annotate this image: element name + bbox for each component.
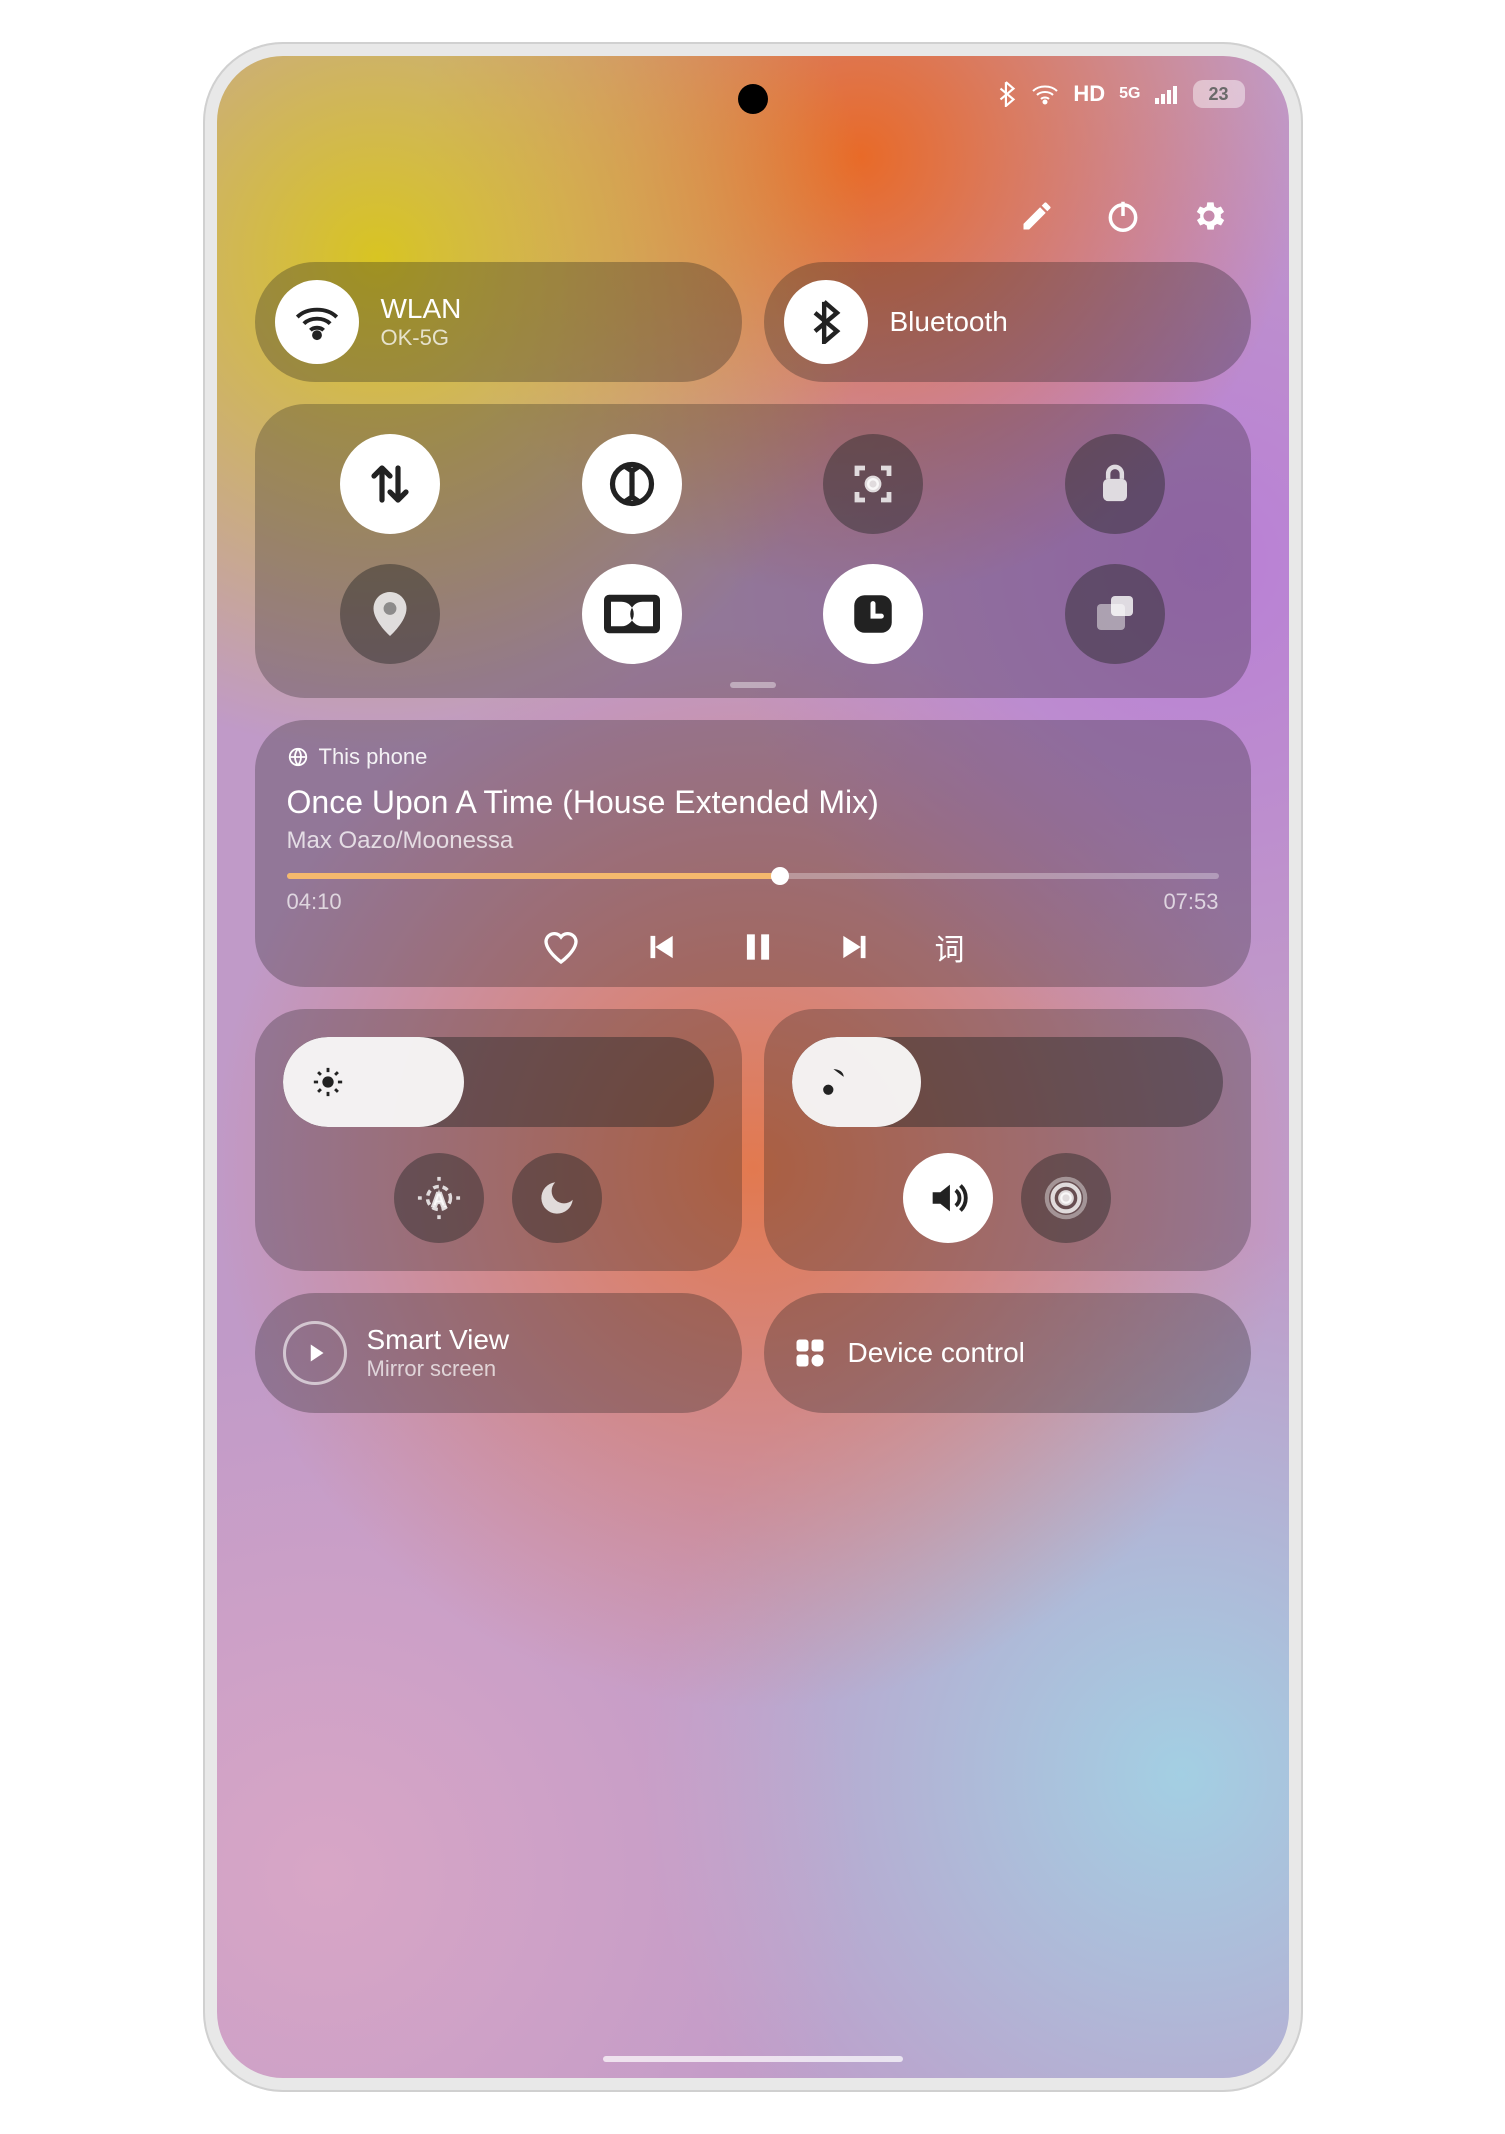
vibrate-toggle[interactable]	[1021, 1153, 1111, 1243]
hd-label: HD	[1073, 81, 1105, 107]
screen: HD 5G 23 WLAN	[217, 56, 1289, 2078]
wifi-status-icon	[1031, 83, 1059, 105]
battery-indicator: 23	[1193, 80, 1245, 108]
quick-toggle-panel	[255, 404, 1251, 698]
floating-window-toggle[interactable]	[1065, 564, 1165, 664]
smart-view-subtitle: Mirror screen	[367, 1356, 510, 1382]
pause-button[interactable]	[739, 928, 777, 966]
svg-text:A: A	[433, 1190, 445, 1210]
next-button[interactable]	[837, 928, 875, 966]
sound-toggle[interactable]	[903, 1153, 993, 1243]
signal-icon	[1155, 84, 1179, 104]
screenshot-toggle[interactable]	[823, 434, 923, 534]
wifi-icon	[275, 280, 359, 364]
progress-slider[interactable]	[287, 873, 1219, 879]
location-toggle[interactable]	[340, 564, 440, 664]
rotation-lock-toggle[interactable]	[1065, 434, 1165, 534]
music-note-icon	[820, 1064, 852, 1100]
mobile-data-toggle[interactable]	[340, 434, 440, 534]
device-control-icon	[792, 1335, 828, 1371]
volume-panel	[764, 1009, 1251, 1271]
wlan-tile[interactable]: WLAN OK-5G	[255, 262, 742, 382]
brightness-icon	[311, 1065, 345, 1099]
power-button[interactable]	[1103, 196, 1143, 236]
favorite-button[interactable]	[541, 927, 581, 967]
dolby-toggle[interactable]	[582, 564, 682, 664]
track-artist: Max Oazo/Moonessa	[287, 827, 1219, 855]
brightness-slider[interactable]	[283, 1037, 714, 1127]
track-title: Once Upon A Time (House Extended Mix)	[287, 784, 1219, 821]
panel-drag-handle[interactable]	[730, 682, 776, 688]
bluetooth-icon	[784, 280, 868, 364]
bluetooth-tile[interactable]: Bluetooth	[764, 262, 1251, 382]
device-label: This phone	[319, 744, 428, 770]
sync-toggle[interactable]	[582, 434, 682, 534]
edit-button[interactable]	[1017, 196, 1057, 236]
device-icon	[287, 746, 309, 768]
status-bar: HD 5G 23	[997, 80, 1244, 108]
elapsed-time: 04:10	[287, 889, 342, 915]
settings-button[interactable]	[1189, 196, 1229, 236]
smart-view-icon	[283, 1321, 347, 1385]
bluetooth-title: Bluetooth	[890, 306, 1008, 338]
header-actions	[255, 196, 1251, 262]
bluetooth-status-icon	[997, 81, 1017, 107]
brightness-panel: A	[255, 1009, 742, 1271]
lyrics-button[interactable]: 词	[935, 925, 965, 969]
total-time: 07:53	[1163, 889, 1218, 915]
media-player-card[interactable]: This phone Once Upon A Time (House Exten…	[255, 720, 1251, 987]
device-control-tile[interactable]: Device control	[764, 1293, 1251, 1413]
smart-view-tile[interactable]: Smart View Mirror screen	[255, 1293, 742, 1413]
wlan-title: WLAN	[381, 293, 462, 325]
network-label: 5G	[1119, 85, 1140, 103]
volume-slider[interactable]	[792, 1037, 1223, 1127]
previous-button[interactable]	[641, 928, 679, 966]
smart-view-title: Smart View	[367, 1324, 510, 1356]
clock-toggle[interactable]	[823, 564, 923, 664]
auto-brightness-toggle[interactable]: A	[394, 1153, 484, 1243]
phone-frame: HD 5G 23 WLAN	[203, 42, 1303, 2092]
device-control-title: Device control	[848, 1337, 1025, 1369]
front-camera	[738, 84, 768, 114]
night-mode-toggle[interactable]	[512, 1153, 602, 1243]
wlan-subtitle: OK-5G	[381, 325, 462, 351]
home-indicator[interactable]	[603, 2056, 903, 2062]
